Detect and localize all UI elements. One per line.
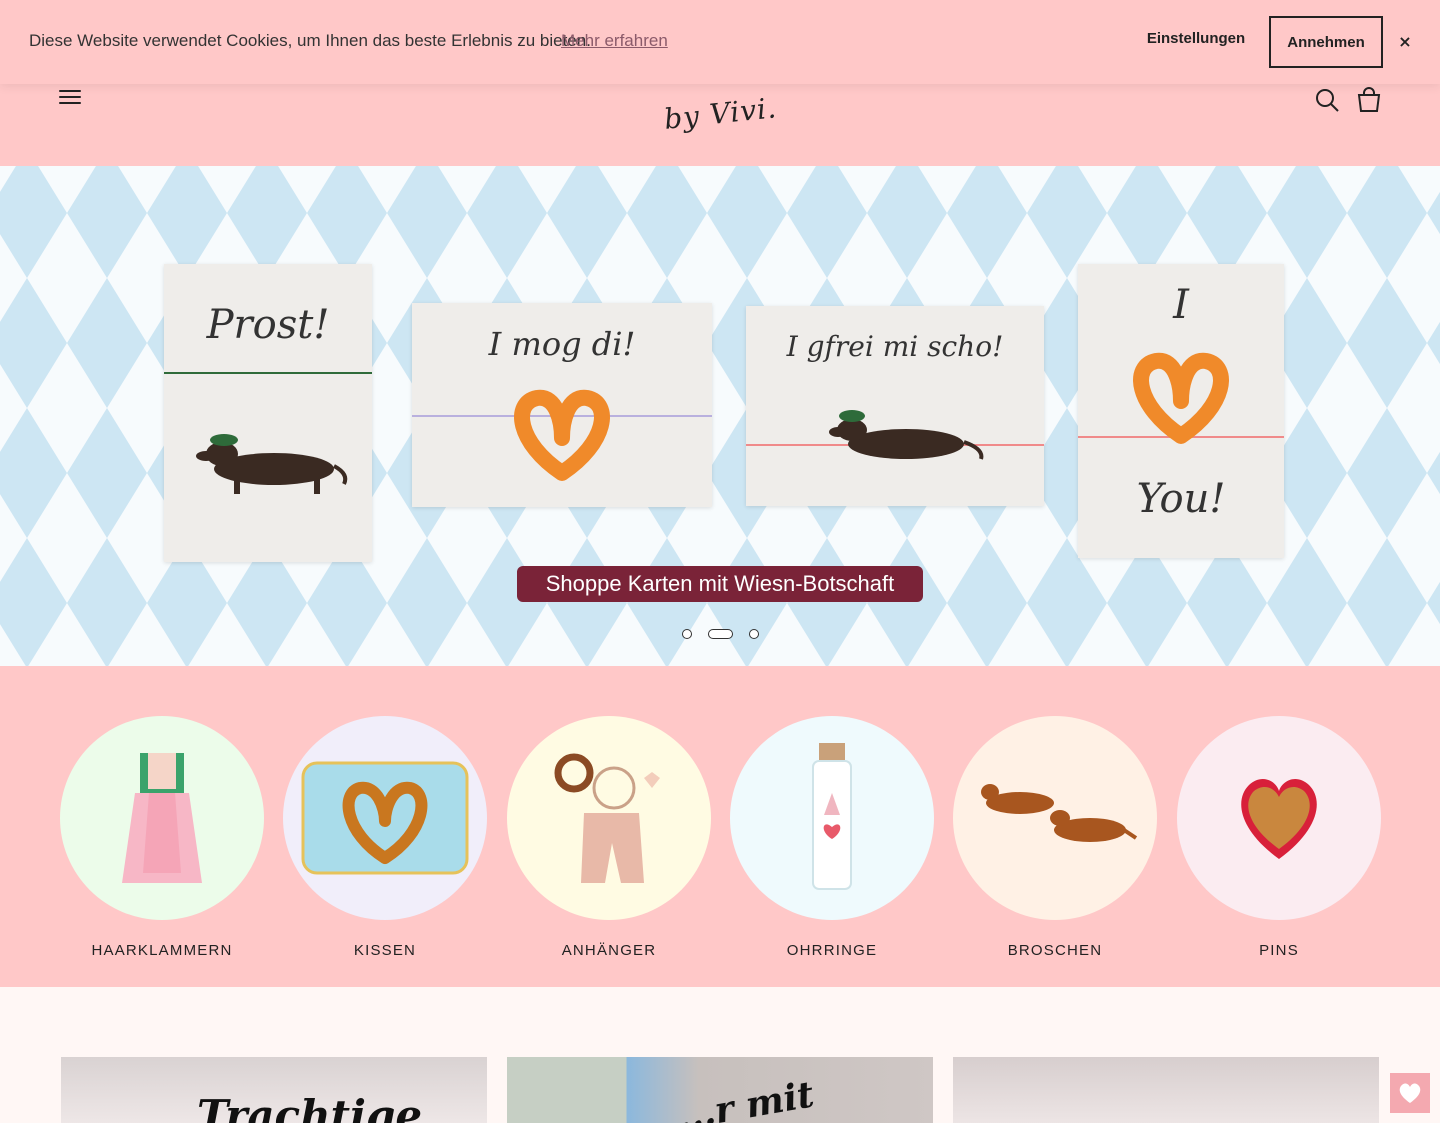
dachshund-brooch-icon [981, 784, 1138, 842]
greeting-card-i-gfrei-mi-scho[interactable]: I gfrei mi scho! [746, 306, 1044, 506]
heart-icon [1399, 1083, 1421, 1103]
promo-tile-1[interactable]: Trachtige [61, 1057, 487, 1123]
promo-text: ...r mit [674, 1073, 818, 1123]
category-image [953, 716, 1157, 920]
wishlist-button[interactable] [1390, 1073, 1430, 1113]
category-image [730, 716, 934, 920]
promo-tile-3[interactable] [953, 1057, 1379, 1123]
category-anhaenger[interactable]: ANHÄNGER [507, 716, 711, 959]
pretzel-pillow-icon [301, 761, 469, 875]
hero-slider: Prost! I mog di! I gfrei mi scho! I You!… [0, 166, 1440, 666]
slide-dot-3[interactable] [749, 629, 759, 639]
cart-icon[interactable] [1355, 86, 1383, 114]
cookie-message: Diese Website verwendet Cookies, um Ihne… [29, 31, 591, 50]
category-ohrringe[interactable]: OHRRINGE [730, 716, 934, 959]
category-label: PINS [1259, 942, 1299, 959]
card-text: Prost! [206, 302, 330, 348]
logo-text: by Vivi. [662, 91, 778, 136]
greeting-card-i-mog-di[interactable]: I mog di! [412, 303, 712, 507]
dirndl-icon [122, 753, 202, 883]
category-label: BROSCHEN [1007, 942, 1103, 959]
category-haarklammern[interactable]: HAARKLAMMERN [60, 716, 264, 959]
category-image [1177, 716, 1381, 920]
category-image [283, 716, 487, 920]
category-label: OHRRINGE [786, 942, 878, 959]
lederhosen-keychain-icon [554, 753, 660, 883]
close-icon[interactable]: × [1393, 29, 1417, 53]
category-label: ANHÄNGER [561, 942, 657, 959]
card-text-top: I [1173, 282, 1189, 328]
cookie-banner: Diese Website verwendet Cookies, um Ihne… [0, 0, 1440, 84]
cookie-accept-button[interactable]: Annehmen [1269, 16, 1383, 68]
category-label: HAARKLAMMERN [91, 942, 233, 959]
category-broschen[interactable]: BROSCHEN [953, 716, 1157, 959]
search-icon[interactable] [1313, 86, 1341, 114]
slide-dot-2[interactable] [708, 629, 733, 639]
card-text: I mog di! [488, 325, 636, 363]
category-list: HAARKLAMMERN KISSEN ANHÄNGER OHRRINGE BR… [0, 666, 1440, 987]
greeting-card-prost[interactable]: Prost! [164, 264, 372, 562]
dachshund-icon [829, 410, 984, 460]
menu-icon[interactable] [56, 86, 84, 114]
hero-banner-cta[interactable]: Shoppe Karten mit Wiesn-Botschaft [517, 566, 923, 602]
category-image [60, 716, 264, 920]
card-text: I gfrei mi scho! [786, 330, 1004, 363]
dachshund-icon [196, 434, 348, 494]
promo-tile-2[interactable]: ...r mit [507, 1057, 933, 1123]
cookie-more-info-link[interactable]: Mehr erfahren [561, 31, 668, 51]
promo-text: Trachtige [197, 1091, 423, 1123]
pretzel-icon [1133, 352, 1229, 444]
category-image [507, 716, 711, 920]
pretzel-icon [514, 389, 610, 481]
category-label: KISSEN [353, 942, 417, 959]
slide-dot-1[interactable] [682, 629, 692, 639]
category-pins[interactable]: PINS [1177, 716, 1381, 959]
category-kissen[interactable]: KISSEN [283, 716, 487, 959]
card-string [164, 372, 372, 374]
cookie-settings-button[interactable]: Einstellungen [1130, 30, 1262, 47]
earring-bottle-icon [812, 743, 852, 890]
greeting-card-i-pretzel-you[interactable]: I You! [1078, 264, 1284, 558]
card-text-bottom: You! [1136, 476, 1226, 522]
gingerbread-heart-icon [1241, 778, 1317, 859]
